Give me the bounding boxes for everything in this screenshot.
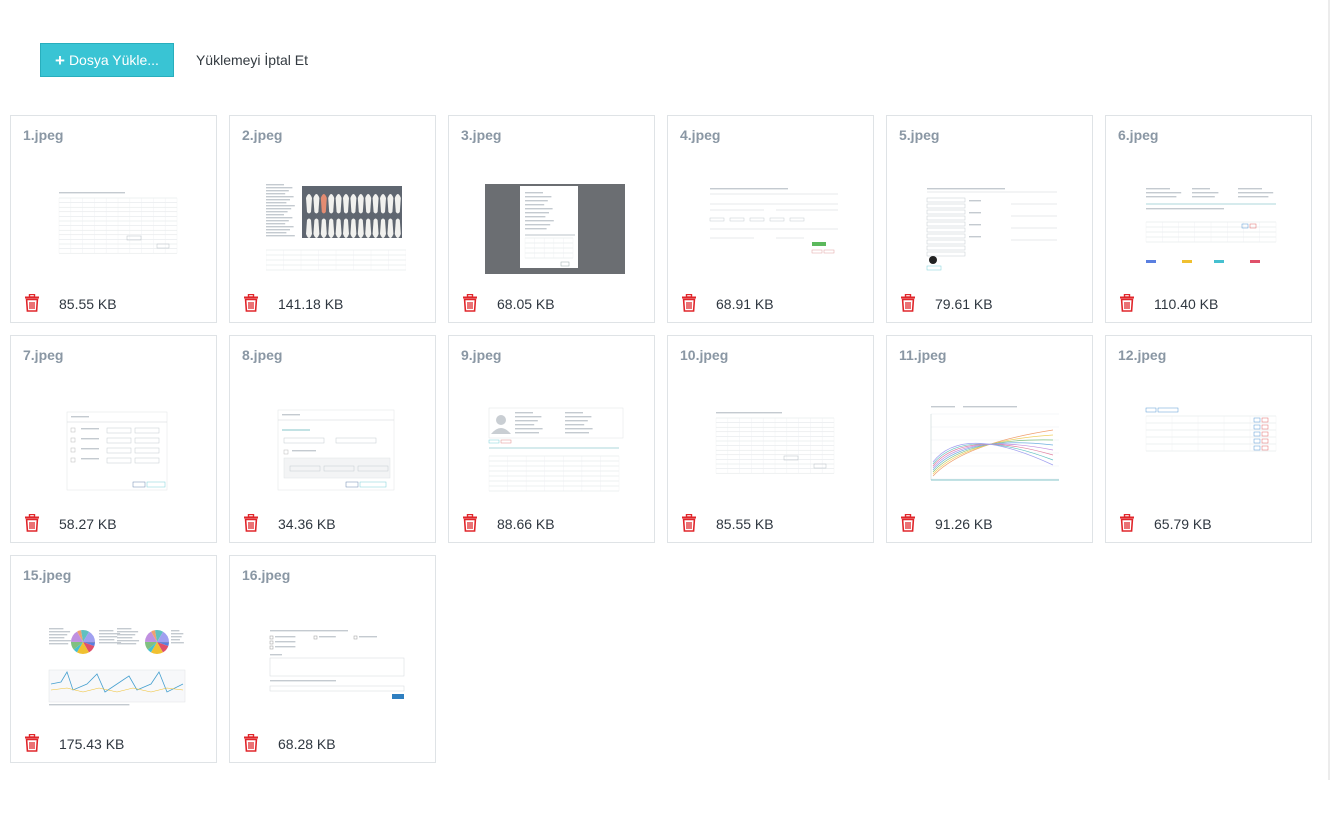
file-thumbnail[interactable] xyxy=(1142,404,1282,494)
file-name: 12.jpeg xyxy=(1118,347,1167,363)
file-card: 15.jpeg 175.43 KB xyxy=(10,555,217,763)
file-thumbnail[interactable] xyxy=(47,624,187,714)
file-card: 3.jpeg 68.05 KB xyxy=(448,115,655,323)
file-size: 58.27 KB xyxy=(59,516,117,532)
upload-file-button[interactable]: + Dosya Yükle... xyxy=(40,43,174,77)
trash-icon[interactable] xyxy=(24,293,40,312)
trash-icon[interactable] xyxy=(243,733,259,752)
file-size: 88.66 KB xyxy=(497,516,555,532)
file-card: 6.jpeg 110.40 KB xyxy=(1105,115,1312,323)
file-thumbnail[interactable] xyxy=(266,624,406,714)
file-card: 12.jpeg 65.79 KB xyxy=(1105,335,1312,543)
file-size: 141.18 KB xyxy=(278,296,344,312)
file-name: 16.jpeg xyxy=(242,567,291,583)
file-thumbnail[interactable] xyxy=(266,404,406,494)
file-size: 68.05 KB xyxy=(497,296,555,312)
file-name: 2.jpeg xyxy=(242,127,283,143)
file-size: 110.40 KB xyxy=(1154,296,1219,312)
file-size: 34.36 KB xyxy=(278,516,336,532)
file-size: 85.55 KB xyxy=(716,516,774,532)
file-card: 11.jpeg 91.26 KB xyxy=(886,335,1093,543)
file-name: 11.jpeg xyxy=(899,347,947,363)
file-name: 1.jpeg xyxy=(23,127,64,143)
file-thumbnail[interactable] xyxy=(485,184,625,274)
trash-icon[interactable] xyxy=(243,513,259,532)
file-card: 2.jpeg 141.18 KB xyxy=(229,115,436,323)
trash-icon[interactable] xyxy=(900,293,916,312)
file-name: 15.jpeg xyxy=(23,567,72,583)
file-card: 10.jpeg 85.55 KB xyxy=(667,335,874,543)
upload-toolbar: + Dosya Yükle... Yüklemeyi İptal Et xyxy=(40,43,308,77)
file-card: 1.jpeg 85.55 KB xyxy=(10,115,217,323)
file-card: 9.jpeg 88.66 KB xyxy=(448,335,655,543)
cancel-upload-button[interactable]: Yüklemeyi İptal Et xyxy=(196,52,308,68)
file-size: 85.55 KB xyxy=(59,296,117,312)
file-size: 68.91 KB xyxy=(716,296,774,312)
trash-icon[interactable] xyxy=(462,513,478,532)
file-size: 175.43 KB xyxy=(59,736,125,752)
file-size: 91.26 KB xyxy=(935,516,993,532)
file-name: 4.jpeg xyxy=(680,127,721,143)
file-size: 65.79 KB xyxy=(1154,516,1212,532)
trash-icon[interactable] xyxy=(243,293,259,312)
file-name: 7.jpeg xyxy=(23,347,64,363)
file-card: 4.jpeg 68.91 KB xyxy=(667,115,874,323)
file-name: 10.jpeg xyxy=(680,347,729,363)
file-thumbnail[interactable] xyxy=(704,404,844,494)
file-size: 68.28 KB xyxy=(278,736,336,752)
file-thumbnail[interactable] xyxy=(47,184,187,274)
file-grid: 1.jpeg 85.55 KB 2.jpeg 141.18 KB 3.jpeg 68… xyxy=(10,115,1312,763)
trash-icon[interactable] xyxy=(24,513,40,532)
trash-icon[interactable] xyxy=(24,733,40,752)
trash-icon[interactable] xyxy=(900,513,916,532)
file-thumbnail[interactable] xyxy=(485,404,625,494)
file-thumbnail[interactable] xyxy=(923,404,1063,494)
file-thumbnail[interactable] xyxy=(704,184,844,274)
trash-icon[interactable] xyxy=(1119,513,1135,532)
trash-icon[interactable] xyxy=(681,513,697,532)
file-thumbnail[interactable] xyxy=(1142,184,1282,274)
upload-file-label: Dosya Yükle... xyxy=(68,52,159,68)
file-card: 8.jpeg 34.36 KB xyxy=(229,335,436,543)
trash-icon[interactable] xyxy=(681,293,697,312)
file-name: 9.jpeg xyxy=(461,347,502,363)
trash-icon[interactable] xyxy=(462,293,478,312)
file-size: 79.61 KB xyxy=(935,296,993,312)
file-name: 3.jpeg xyxy=(461,127,502,143)
file-name: 8.jpeg xyxy=(242,347,283,363)
file-card: 16.jpeg 68.28 KB xyxy=(229,555,436,763)
file-name: 6.jpeg xyxy=(1118,127,1159,143)
file-name: 5.jpeg xyxy=(899,127,940,143)
plus-icon: + xyxy=(55,50,65,70)
trash-icon[interactable] xyxy=(1119,293,1135,312)
upload-page: + Dosya Yükle... Yüklemeyi İptal Et 1.jp… xyxy=(0,0,1330,825)
file-card: 5.jpeg 79.61 KB xyxy=(886,115,1093,323)
file-thumbnail[interactable] xyxy=(47,404,187,494)
file-thumbnail[interactable] xyxy=(923,184,1063,274)
file-thumbnail[interactable] xyxy=(265,184,407,274)
file-card: 7.jpeg 58.27 KB xyxy=(10,335,217,543)
